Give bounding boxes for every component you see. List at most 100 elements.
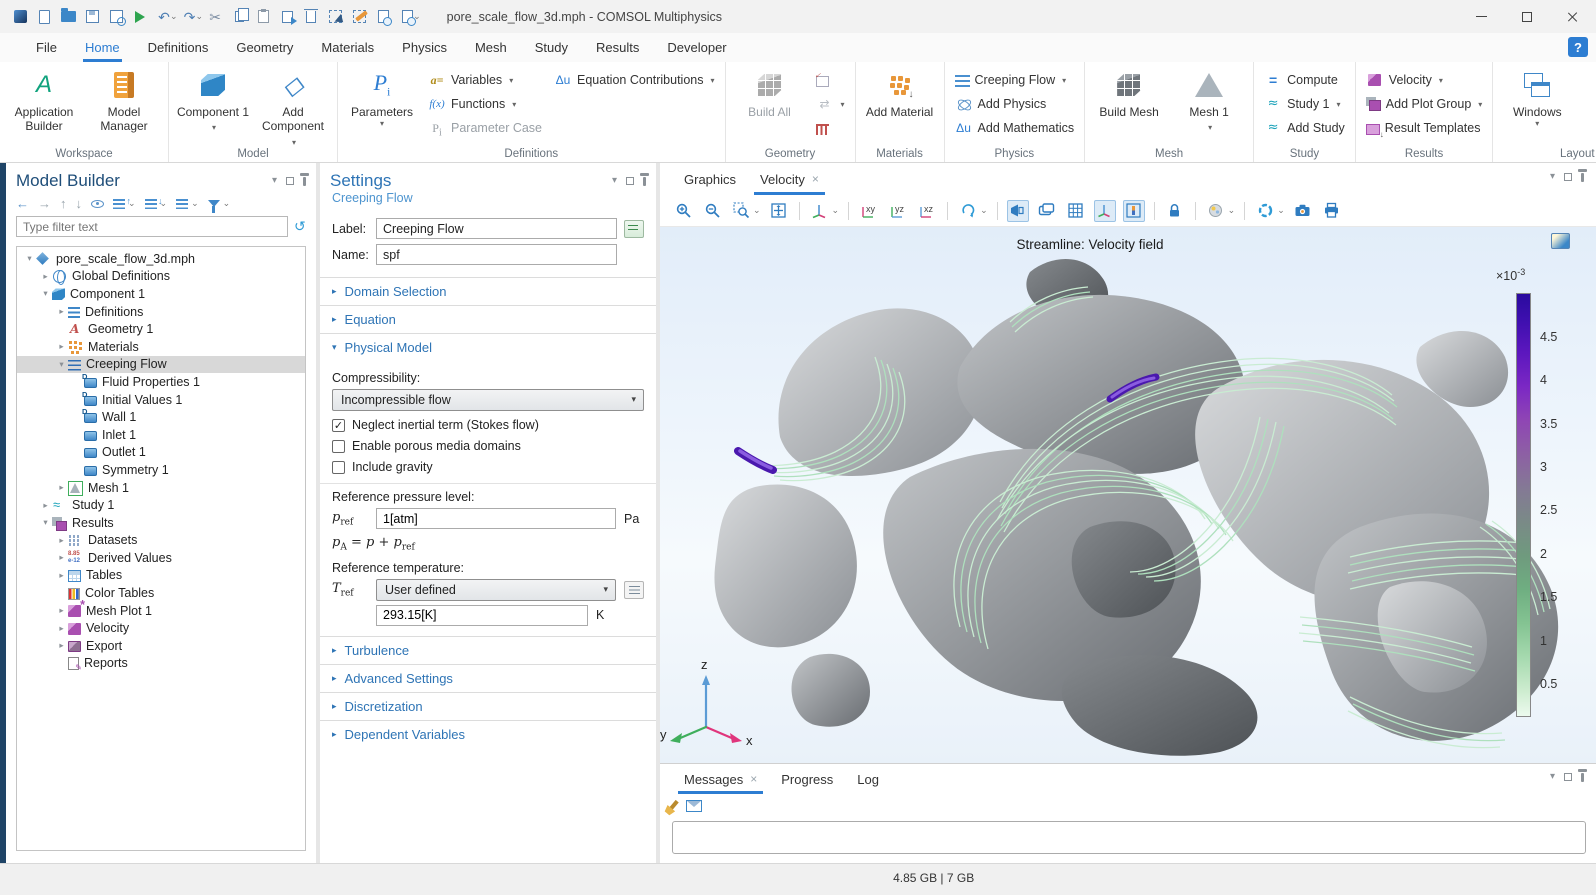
close-tab-icon[interactable]: ×	[812, 172, 819, 186]
menu-tab-materials[interactable]: Materials	[307, 33, 388, 62]
lock-camera-icon[interactable]	[1164, 200, 1186, 222]
collapse-sort-icon[interactable]	[145, 199, 157, 209]
show-color-legend-icon[interactable]	[1123, 200, 1145, 222]
print-icon[interactable]	[1321, 200, 1343, 222]
forward-icon[interactable]: →	[38, 197, 51, 210]
grid-icon[interactable]	[1065, 200, 1087, 222]
panel-menu-icon[interactable]: ▾	[1550, 772, 1555, 782]
section-dependent-variables[interactable]: ▸Dependent Variables	[320, 720, 656, 748]
chevron-expanded-icon[interactable]	[23, 253, 36, 264]
tree-item-tables[interactable]: Tables	[17, 567, 305, 585]
add-mathematics-button[interactable]: ΔuAdd Mathematics	[951, 117, 1079, 139]
float-panel-icon[interactable]	[286, 177, 294, 185]
reset-desktop-button[interactable]: ↻ Reset Desktop▾	[1579, 67, 1596, 148]
paste-icon[interactable]	[251, 5, 275, 29]
pin-panel-icon[interactable]	[1581, 173, 1584, 182]
chevron-collapsed-icon[interactable]	[55, 482, 68, 493]
float-panel-icon[interactable]	[1564, 173, 1572, 181]
panel-menu-icon[interactable]: ▾	[1550, 172, 1555, 182]
menu-tab-mesh[interactable]: Mesh	[461, 33, 521, 62]
chevron-collapsed-icon[interactable]	[39, 500, 52, 511]
variables-button[interactable]: a=Variables▾	[424, 69, 546, 91]
zoom-box-dropdown-icon[interactable]: ⌄	[753, 205, 761, 216]
compute-button[interactable]: =Compute	[1260, 69, 1349, 91]
add-material-button[interactable]: Add Material	[862, 67, 938, 119]
menu-tab-geometry[interactable]: Geometry	[222, 33, 307, 62]
tab-messages[interactable]: Messages×	[672, 764, 769, 794]
refresh-icon[interactable]: ↻	[294, 218, 306, 235]
panel-menu-icon[interactable]: ▾	[612, 176, 617, 186]
tree-item-reports[interactable]: Reports	[17, 655, 305, 673]
tree-item-geometry-1[interactable]: Geometry 1	[17, 320, 305, 338]
zoom-in-icon[interactable]	[672, 200, 694, 222]
menu-tab-home[interactable]: Home	[71, 33, 134, 62]
rotate-icon[interactable]	[957, 200, 979, 222]
tree-item-study-1[interactable]: Study 1	[17, 496, 305, 514]
tree-item-derived-values[interactable]: Derived Values	[17, 549, 305, 567]
section-advanced-settings[interactable]: ▸Advanced Settings	[320, 664, 656, 692]
tree-item-mesh-plot-1[interactable]: Mesh Plot 1	[17, 602, 305, 620]
undo-icon[interactable]: ↶	[152, 5, 176, 29]
tab-progress[interactable]: Progress	[769, 764, 845, 794]
pin-panel-icon[interactable]	[643, 177, 646, 186]
chevron-collapsed-icon[interactable]	[55, 306, 68, 317]
tree-item-fluid-properties-1[interactable]: Fluid Properties 1	[17, 373, 305, 391]
go-to-view-icon[interactable]	[809, 200, 831, 222]
view-xz-icon[interactable]: xz	[916, 200, 938, 222]
chevron-expanded-icon[interactable]	[39, 517, 52, 528]
section-turbulence[interactable]: ▸Turbulence	[320, 636, 656, 664]
add-study-button[interactable]: ≈Add Study	[1260, 117, 1349, 139]
parameters-button[interactable]: Pi Parameters▾	[344, 67, 420, 128]
clear-messages-icon[interactable]	[669, 799, 678, 809]
run-icon[interactable]	[128, 5, 152, 29]
tree-item-materials[interactable]: Materials	[17, 338, 305, 356]
open-file-icon[interactable]	[56, 5, 80, 29]
chevron-collapsed-icon[interactable]	[55, 570, 68, 581]
application-builder-button[interactable]: A Application Builder	[6, 67, 82, 134]
go-to-source-button[interactable]	[624, 581, 644, 599]
move-down-icon[interactable]: ↓	[76, 197, 83, 210]
section-physical-model[interactable]: ▾Physical Model	[320, 333, 656, 361]
save-as-icon[interactable]	[104, 5, 128, 29]
tree-item-velocity[interactable]: Velocity	[17, 619, 305, 637]
filter-icon[interactable]	[208, 200, 220, 207]
reference-temperature-select[interactable]: User defined	[376, 579, 616, 601]
checkbox-unchecked-icon[interactable]	[332, 461, 345, 474]
orthographic-projection-icon[interactable]	[1007, 200, 1029, 222]
node-group-icon[interactable]	[176, 199, 188, 209]
checkbox-unchecked-icon[interactable]	[332, 440, 345, 453]
close-tab-icon[interactable]: ×	[750, 772, 757, 786]
add-component-button[interactable]: ◇ Add Component▾	[255, 67, 331, 148]
remove-details-button[interactable]	[812, 117, 849, 139]
model-manager-button[interactable]: Model Manager	[86, 67, 162, 134]
porous-media-checkbox-row[interactable]: Enable porous media domains	[332, 439, 644, 453]
tree-item-creeping-flow[interactable]: Creeping Flow	[17, 356, 305, 374]
label-input[interactable]	[376, 218, 617, 239]
tree-item-global-definitions[interactable]: Global Definitions	[17, 268, 305, 286]
preview-icon[interactable]	[395, 5, 419, 29]
chevron-collapsed-icon[interactable]	[55, 640, 68, 651]
redo-icon[interactable]: ↷	[178, 5, 202, 29]
menu-tab-definitions[interactable]: Definitions	[134, 33, 223, 62]
duplicate-icon[interactable]	[275, 5, 299, 29]
zoom-out-icon[interactable]	[701, 200, 723, 222]
tree-item-root[interactable]: pore_scale_flow_3d.mph	[17, 250, 305, 268]
tree-item-symmetry-1[interactable]: Symmetry 1	[17, 461, 305, 479]
tab-graphics[interactable]: Graphics	[672, 163, 748, 195]
chevron-collapsed-icon[interactable]	[55, 623, 68, 634]
scene-light-icon[interactable]	[1205, 200, 1227, 222]
menu-tab-physics[interactable]: Physics	[388, 33, 461, 62]
functions-button[interactable]: f(x)Functions▾	[424, 93, 546, 115]
help-button[interactable]: ?	[1568, 37, 1588, 57]
chevron-collapsed-icon[interactable]	[55, 605, 68, 616]
menu-tab-results[interactable]: Results	[582, 33, 653, 62]
component-1-button[interactable]: Component 1▾	[175, 67, 251, 133]
find-icon[interactable]	[371, 5, 395, 29]
select-box-icon[interactable]	[323, 5, 347, 29]
chevron-collapsed-icon[interactable]	[39, 271, 52, 282]
tree-item-results[interactable]: Results	[17, 514, 305, 532]
show-axis-orientation-icon[interactable]	[1094, 200, 1116, 222]
velocity-plot-button[interactable]: Velocity▾	[1362, 69, 1486, 91]
brush-select-icon[interactable]	[347, 5, 371, 29]
stokes-flow-checkbox-row[interactable]: ✓Neglect inertial term (Stokes flow)	[332, 418, 644, 432]
